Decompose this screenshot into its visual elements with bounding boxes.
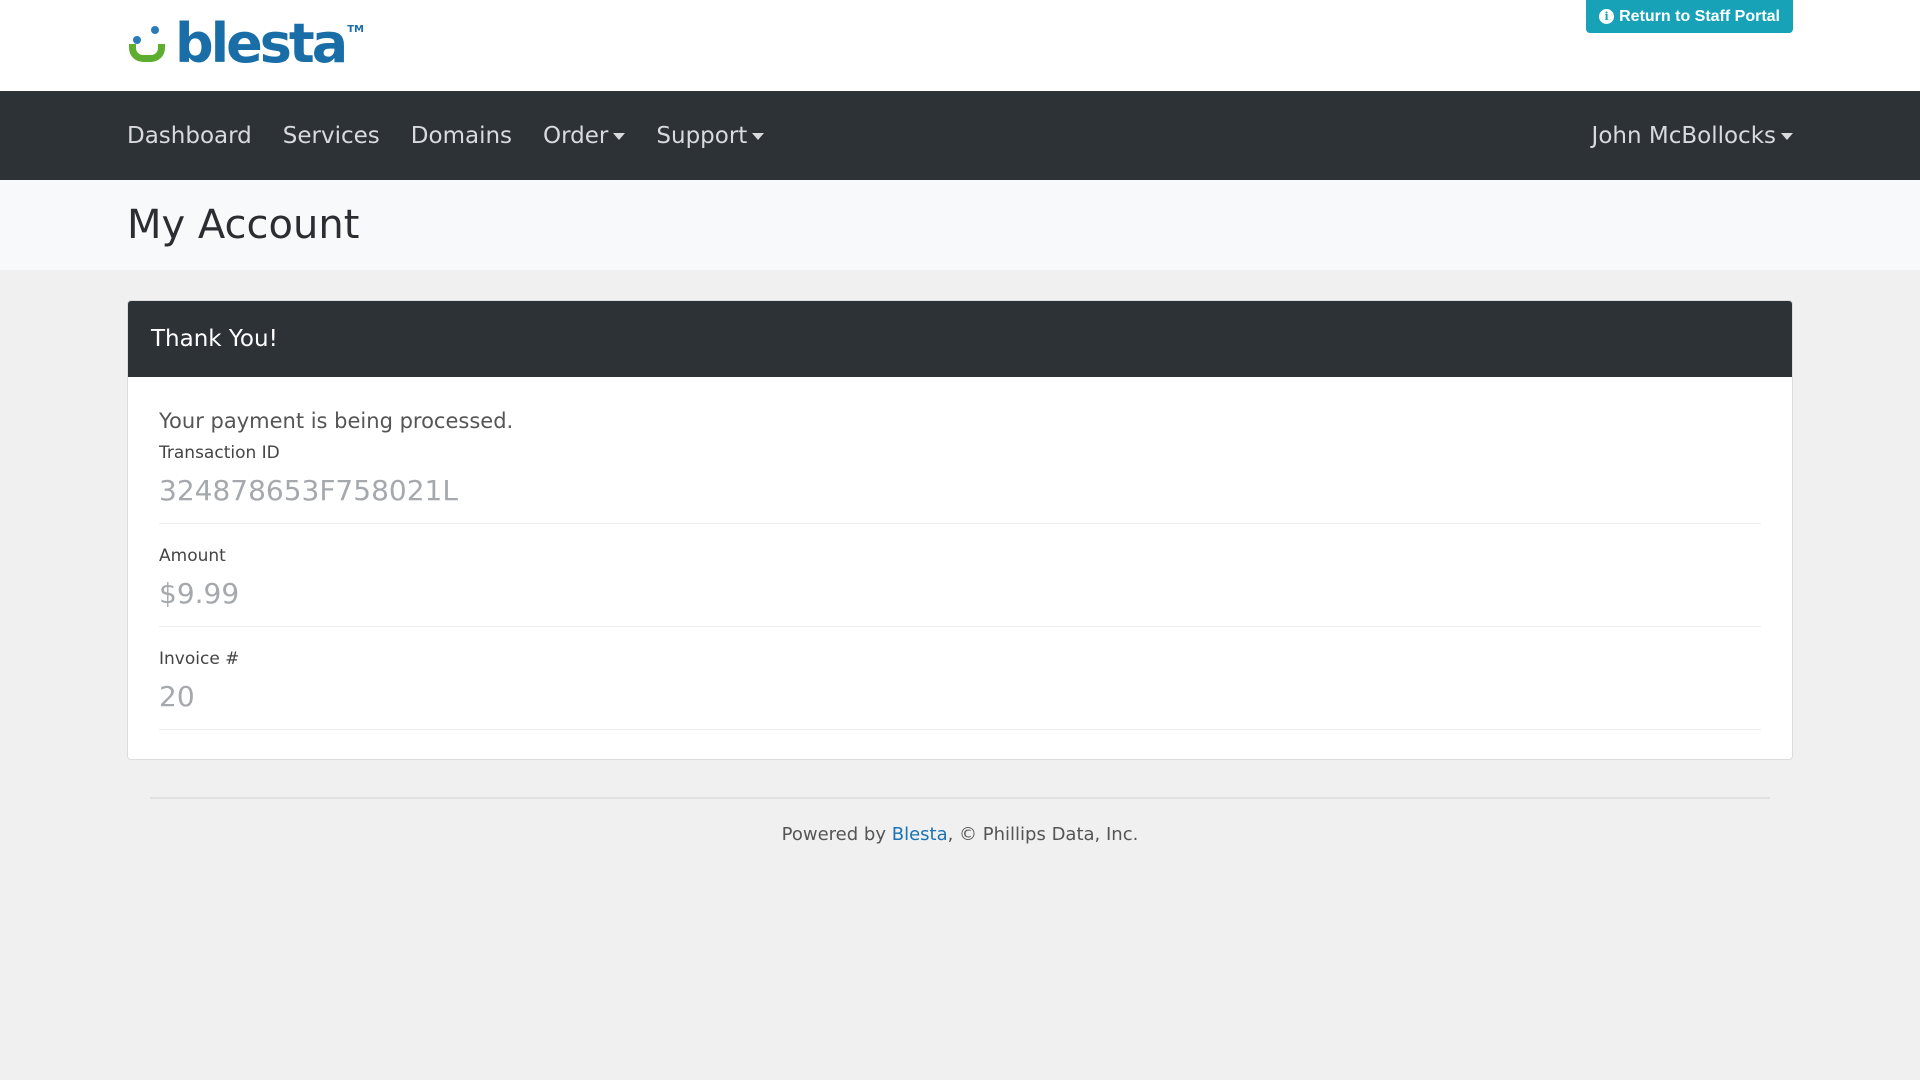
nav-item-label: Order <box>543 122 609 149</box>
info-icon: i <box>1599 9 1615 24</box>
blesta-link[interactable]: Blesta <box>892 824 948 845</box>
nav-item-label: Services <box>282 122 380 149</box>
nav-item-label: Support <box>656 122 748 149</box>
card-title: Thank You! <box>151 326 278 352</box>
return-to-staff-portal-button[interactable]: i Return to Staff Portal <box>1586 0 1793 33</box>
user-menu-dropdown[interactable]: John McBollocks <box>1592 123 1793 149</box>
nav-item-label: Dashboard <box>127 122 252 149</box>
field-label: Amount <box>159 546 226 566</box>
transaction-id-value: 324878653F758021L <box>159 474 458 507</box>
blesta-logo[interactable]: blesta TM <box>127 12 364 75</box>
top-header: blesta TM i Return to Staff Portal <box>0 0 1920 91</box>
card-body: Your payment is being processed. Transac… <box>128 377 1792 730</box>
caret-down-icon <box>752 133 765 140</box>
nav-item-order[interactable]: Order <box>543 122 626 149</box>
invoice-field: Invoice # 20 <box>159 649 1761 730</box>
page-title: My Account <box>127 202 360 248</box>
smiley-logo-icon <box>127 22 171 66</box>
amount-value: $9.99 <box>159 577 240 610</box>
footer-prefix: Powered by <box>781 824 892 845</box>
nav-item-dashboard[interactable]: Dashboard <box>127 123 252 149</box>
transaction-id-field: Transaction ID 324878653F758021L <box>159 443 1761 524</box>
nav-item-support[interactable]: Support <box>656 122 765 149</box>
nav-links: Dashboard Services Domains Order Support <box>127 91 795 180</box>
footer-copyright: , © Phillips Data, Inc. <box>947 824 1139 845</box>
nav-item-domains[interactable]: Domains <box>411 123 512 149</box>
logo-text: blesta <box>175 12 348 75</box>
card-header: Thank You! <box>128 301 1792 377</box>
field-label: Invoice # <box>159 649 240 669</box>
field-label: Transaction ID <box>159 443 280 463</box>
nav-item-label: Domains <box>410 122 513 149</box>
invoice-number-value: 20 <box>159 680 195 713</box>
return-to-staff-portal-label: Return to Staff Portal <box>1619 7 1780 25</box>
caret-down-icon <box>613 133 626 140</box>
page-title-band: My Account <box>0 180 1920 270</box>
footer-divider <box>150 797 1770 799</box>
main-navbar: Dashboard Services Domains Order Support… <box>0 91 1920 180</box>
nav-item-services[interactable]: Services <box>283 123 380 149</box>
logo-trademark: TM <box>347 24 364 35</box>
amount-field: Amount $9.99 <box>159 546 1761 627</box>
payment-confirmation-card: Thank You! Your payment is being process… <box>127 300 1793 760</box>
caret-down-icon <box>1781 133 1793 140</box>
user-nav: John McBollocks <box>1592 91 1793 180</box>
footer: Powered by Blesta, © Phillips Data, Inc. <box>0 824 1920 845</box>
payment-status-message: Your payment is being processed. <box>159 409 514 433</box>
user-menu-label: John McBollocks <box>1591 122 1776 149</box>
